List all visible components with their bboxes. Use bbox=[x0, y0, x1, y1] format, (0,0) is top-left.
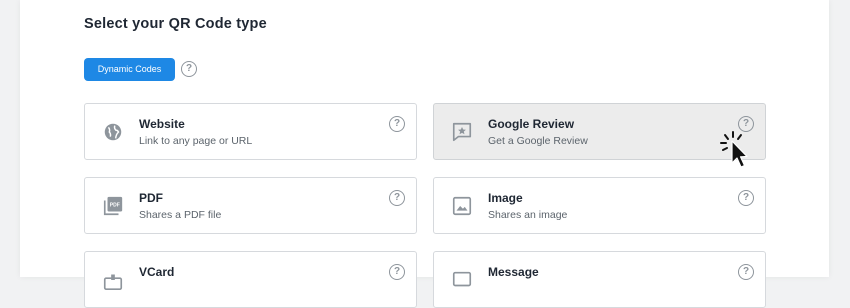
pdf-icon: PDF bbox=[103, 196, 123, 216]
card-pdf[interactable]: PDF PDF Shares a PDF file ? bbox=[84, 177, 417, 234]
card-subtitle: Shares a PDF file bbox=[139, 209, 222, 221]
card-title: Image bbox=[488, 191, 523, 205]
image-icon bbox=[452, 196, 472, 216]
card-vcard[interactable]: VCard ? bbox=[84, 251, 417, 308]
help-icon[interactable]: ? bbox=[389, 190, 405, 206]
page-title: Select your QR Code type bbox=[84, 16, 267, 32]
card-subtitle: Shares an image bbox=[488, 209, 568, 221]
globe-icon bbox=[104, 123, 122, 141]
card-title: Google Review bbox=[488, 117, 575, 131]
card-subtitle: Get a Google Review bbox=[488, 135, 588, 147]
help-icon[interactable]: ? bbox=[389, 264, 405, 280]
review-star-icon bbox=[452, 122, 472, 142]
message-icon bbox=[452, 271, 472, 287]
card-subtitle: Link to any page or URL bbox=[139, 135, 253, 147]
help-icon[interactable]: ? bbox=[738, 190, 754, 206]
card-message[interactable]: Message ? bbox=[433, 251, 766, 308]
help-icon[interactable]: ? bbox=[389, 116, 405, 132]
card-title: Website bbox=[139, 117, 185, 131]
mouse-cursor-icon bbox=[720, 131, 748, 168]
dynamic-codes-chip[interactable]: Dynamic Codes bbox=[84, 58, 175, 81]
card-website[interactable]: Website Link to any page or URL ? bbox=[84, 103, 417, 160]
help-icon[interactable]: ? bbox=[738, 264, 754, 280]
vcard-icon bbox=[103, 274, 123, 290]
svg-text:PDF: PDF bbox=[110, 202, 120, 208]
help-icon[interactable]: ? bbox=[181, 61, 197, 77]
card-image[interactable]: Image Shares an image ? bbox=[433, 177, 766, 234]
card-title: PDF bbox=[139, 191, 163, 205]
